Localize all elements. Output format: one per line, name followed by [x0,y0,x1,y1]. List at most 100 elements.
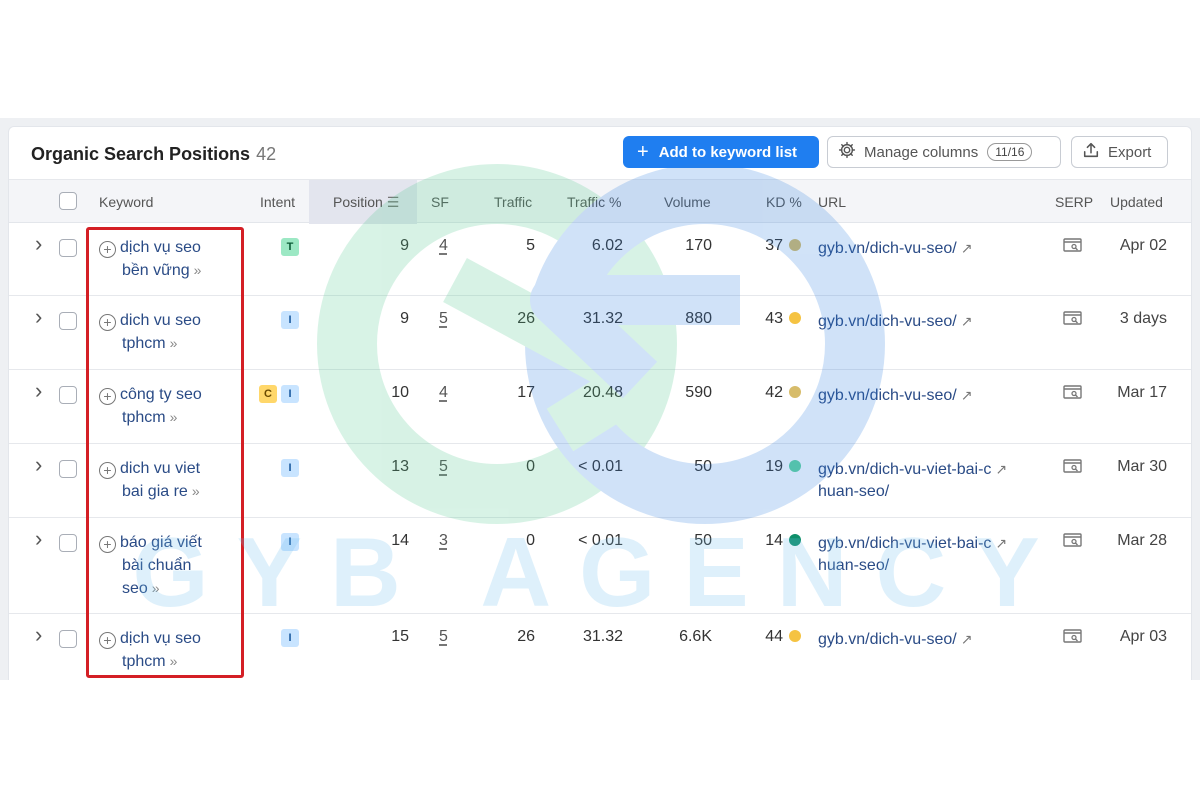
keyword-cell[interactable]: + báo giá viết bài chuẩn seo» [99,531,239,600]
kd-value: 44 [765,628,783,645]
serp-preview-icon[interactable] [1063,384,1083,400]
url-line-1[interactable]: gyb.vn/dich-vu-seo/ [818,240,957,257]
col-traffic[interactable]: Traffic [494,194,532,210]
plus-circle-icon[interactable]: + [99,314,116,331]
col-kd[interactable]: KD % [766,194,802,210]
plus-circle-icon[interactable]: + [99,462,116,479]
url-line-2[interactable]: huan-seo/ [818,483,889,500]
traffic-pct-value: 31.32 [582,310,623,327]
url-cell[interactable]: gyb.vn/dich-vu-viet-bai-c ↗ huan-seo/ [818,532,1040,577]
url-cell[interactable]: gyb.vn/dich-vu-seo/↗ [818,384,1040,407]
serp-preview-icon[interactable] [1063,628,1083,644]
url-cell[interactable]: gyb.vn/dich-vu-viet-bai-c ↗ huan-seo/ [818,458,1040,503]
row-checkbox[interactable] [59,312,77,330]
keyword-cell[interactable]: + dich vu seo tphcm» [99,309,239,355]
external-link-icon[interactable]: ↗ [961,631,973,647]
external-link-icon[interactable]: ↗ [961,387,973,403]
external-link-icon[interactable]: ↗ [961,240,973,256]
chevron-right-icon[interactable]: › [35,378,42,404]
table-row[interactable]: › + dịch vụ seo bền vững» T 9 4 5 6.02 170 37 gyb.v… [9,223,1191,296]
table-row[interactable]: › + báo giá viết bài chuẩn seo» I 14 3 0 < 0.01 50… [9,518,1191,614]
url-line-2[interactable]: huan-seo/ [818,557,889,574]
table-row[interactable]: › + dịch vụ seo tphcm» I 15 5 26 31.32 6.6K 44 gyb.… [9,614,1191,680]
col-sf[interactable]: SF [431,194,449,210]
kd-indicator [789,630,801,642]
url-line-1[interactable]: gyb.vn/dich-vu-viet-bai-c [818,461,991,478]
kd-cell: 37 [729,237,801,255]
external-link-icon[interactable]: ↗ [995,461,1007,477]
external-link-icon[interactable]: ↗ [995,535,1007,551]
col-updated[interactable]: Updated [1110,194,1163,210]
external-link-icon[interactable]: ↗ [961,313,973,329]
url-cell[interactable]: gyb.vn/dich-vu-seo/↗ [818,237,1040,260]
table-row[interactable]: › + dich vu viet bai gia re» I 13 5 0 < 0.01 50 19… [9,444,1191,518]
select-all-checkbox[interactable] [59,192,77,210]
plus-circle-icon[interactable]: + [99,388,116,405]
keyword-cell[interactable]: + dịch vụ seo tphcm» [99,627,239,673]
add-to-keyword-list-button[interactable]: + Add to keyword list [623,136,819,168]
plus-circle-icon[interactable]: + [99,632,116,649]
chevrons-right-icon[interactable]: » [170,409,178,425]
col-position-label: Position [333,194,383,210]
sf-value[interactable]: 4 [439,384,448,402]
intent-badge: I [281,311,299,329]
position-value: 14 [391,532,409,549]
col-serp[interactable]: SERP [1055,194,1093,210]
position-value: 9 [400,237,409,254]
sf-value[interactable]: 5 [439,458,448,476]
kd-cell: 44 [729,628,801,646]
row-checkbox[interactable] [59,386,77,404]
chevrons-right-icon[interactable]: » [170,653,178,669]
col-keyword[interactable]: Keyword [99,194,153,210]
keyword-cell[interactable]: + dich vu viet bai gia re» [99,457,239,503]
col-position[interactable]: Position ☰ [333,194,399,211]
url-line-1[interactable]: gyb.vn/dich-vu-viet-bai-c [818,535,991,552]
sf-value[interactable]: 3 [439,532,448,550]
plus-circle-icon[interactable]: + [99,241,116,258]
keyword-line-2: tphcm [122,409,166,426]
table-header: Keyword Intent Position ☰ SF Traffic Tra… [9,179,1191,224]
panel-title-text: Organic Search Positions [31,144,251,164]
organic-positions-panel: Organic Search Positions 42 + Add to keyw… [8,126,1192,680]
chevrons-right-icon[interactable]: » [170,335,178,351]
chevron-right-icon[interactable]: › [35,526,42,552]
kd-indicator [789,312,801,324]
url-line-1[interactable]: gyb.vn/dich-vu-seo/ [818,313,957,330]
manage-columns-button[interactable]: Manage columns 11/16 [827,136,1061,168]
table-row[interactable]: › + công ty seo tphcm» C I 10 4 17 20.48 590 42 gyb.… [9,370,1191,444]
plus-circle-icon[interactable]: + [99,536,116,553]
keyword-cell[interactable]: + công ty seo tphcm» [99,383,239,429]
table-row[interactable]: › + dich vu seo tphcm» I 9 5 26 31.32 880 43 gyb.vn… [9,296,1191,370]
keyword-cell[interactable]: + dịch vụ seo bền vững» [99,236,239,282]
chevron-right-icon[interactable]: › [35,622,42,648]
intent-badge: I [281,533,299,551]
sf-value[interactable]: 5 [439,310,448,328]
url-line-1[interactable]: gyb.vn/dich-vu-seo/ [818,631,957,648]
sf-value[interactable]: 4 [439,237,448,255]
export-button[interactable]: Export [1071,136,1168,168]
url-cell[interactable]: gyb.vn/dich-vu-seo/↗ [818,310,1040,333]
volume-value: 590 [685,384,712,401]
sf-value[interactable]: 5 [439,628,448,646]
row-checkbox[interactable] [59,239,77,257]
kd-indicator [789,239,801,251]
serp-preview-icon[interactable] [1063,458,1083,474]
url-line-1[interactable]: gyb.vn/dich-vu-seo/ [818,387,957,404]
chevron-right-icon[interactable]: › [35,304,42,330]
url-cell[interactable]: gyb.vn/dich-vu-seo/↗ [818,628,1040,651]
chevron-right-icon[interactable]: › [35,452,42,478]
col-traffic-pct[interactable]: Traffic % [567,194,621,210]
row-checkbox[interactable] [59,460,77,478]
serp-preview-icon[interactable] [1063,310,1083,326]
serp-preview-icon[interactable] [1063,532,1083,548]
col-url[interactable]: URL [818,194,846,210]
row-checkbox[interactable] [59,534,77,552]
chevrons-right-icon[interactable]: » [192,483,200,499]
col-intent[interactable]: Intent [260,194,295,210]
chevrons-right-icon[interactable]: » [194,262,202,278]
serp-preview-icon[interactable] [1063,237,1083,253]
chevrons-right-icon[interactable]: » [152,580,160,596]
chevron-right-icon[interactable]: › [35,231,42,257]
col-volume[interactable]: Volume [664,194,711,210]
row-checkbox[interactable] [59,630,77,648]
